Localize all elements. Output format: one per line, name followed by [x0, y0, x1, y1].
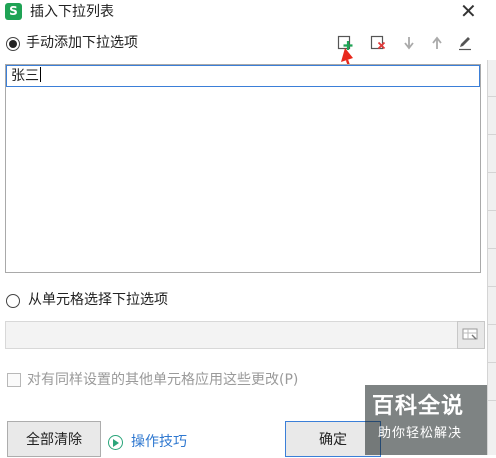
- edit-item-button[interactable]: [454, 32, 476, 54]
- delete-item-button[interactable]: [367, 32, 389, 54]
- from-cells-radio[interactable]: [6, 294, 20, 308]
- wps-spreadsheet-icon: S: [5, 3, 22, 20]
- play-circle-icon: [108, 435, 123, 450]
- tips-link[interactable]: 操作技巧: [131, 432, 187, 452]
- dialog-title: 插入下拉列表: [30, 4, 114, 20]
- watermark-title: 百科全说: [372, 394, 465, 419]
- pencil-icon: [459, 37, 471, 51]
- list-item-editor[interactable]: 张三: [6, 65, 480, 87]
- background-sheet-edge: [487, 60, 496, 455]
- manual-options-label: 手动添加下拉选项: [26, 35, 138, 51]
- text-caret: [40, 67, 41, 82]
- move-down-button[interactable]: [398, 32, 420, 54]
- range-select-button[interactable]: [457, 321, 485, 349]
- close-icon[interactable]: ✕: [460, 0, 477, 23]
- options-list[interactable]: [5, 64, 481, 273]
- arrow-up-icon: [432, 36, 442, 49]
- clear-all-button[interactable]: 全部清除: [7, 421, 101, 457]
- list-item-text: 张三: [11, 68, 39, 84]
- range-picker-icon: [462, 328, 478, 340]
- cell-range-input[interactable]: [5, 321, 459, 349]
- watermark-subtitle: 助你轻松解决: [378, 426, 463, 441]
- move-up-button[interactable]: [426, 32, 448, 54]
- manual-options-radio[interactable]: [6, 37, 20, 51]
- arrow-down-icon: [404, 37, 414, 50]
- delete-item-icon: [370, 35, 386, 50]
- from-cells-label: 从单元格选择下拉选项: [28, 292, 168, 308]
- apply-same-checkbox[interactable]: [7, 373, 21, 387]
- apply-same-label: 对有同样设置的其他单元格应用这些更改(P): [27, 372, 299, 388]
